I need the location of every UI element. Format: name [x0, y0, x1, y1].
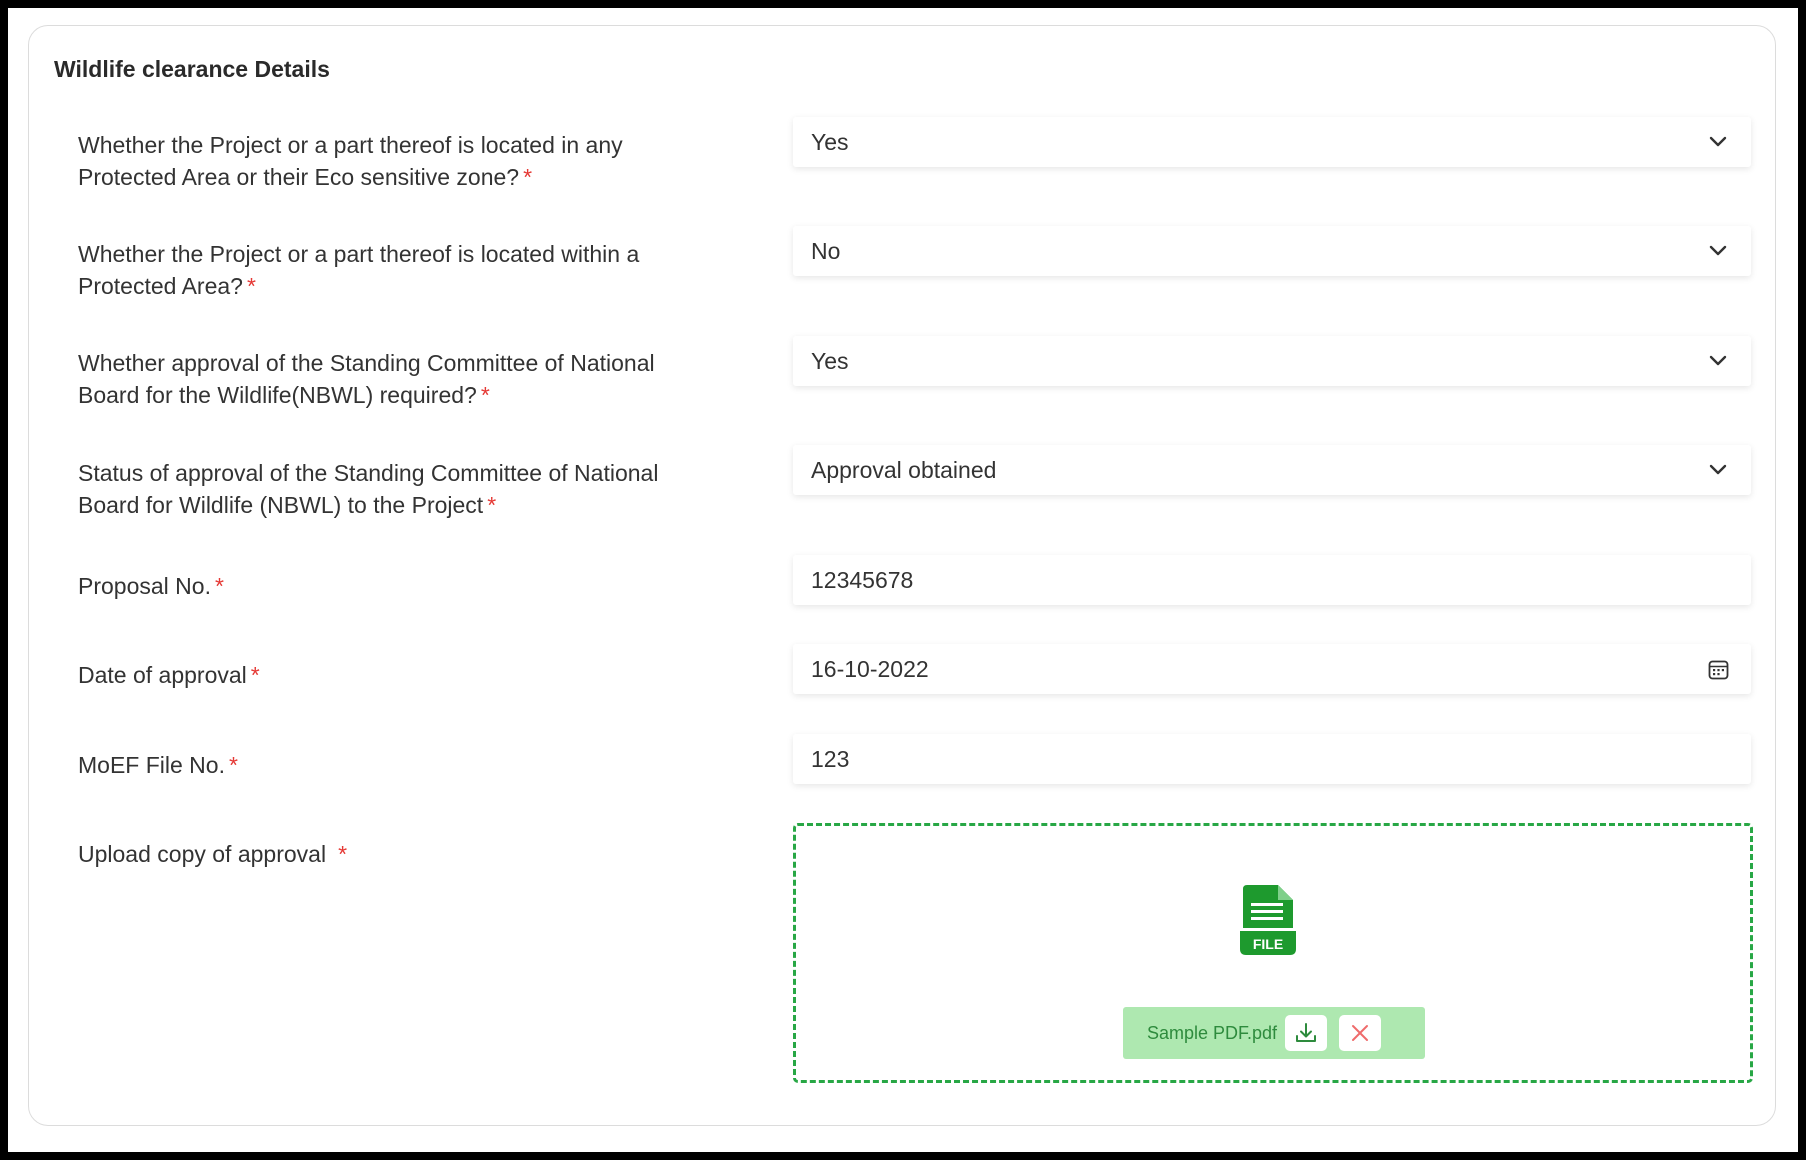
required-asterisk: *: [523, 164, 533, 190]
date-of-approval-label-text: Date of approval: [78, 662, 247, 688]
nbwl-required-value: Yes: [811, 347, 849, 374]
within-protected-area-select[interactable]: No: [793, 226, 1751, 276]
protected-area-esz-label-text: Whether the Project or a part thereof is…: [78, 132, 623, 190]
proposal-no-label-text: Proposal No.: [78, 573, 211, 599]
chevron-down-icon[interactable]: [1707, 240, 1729, 262]
close-icon: [1352, 1025, 1368, 1041]
proposal-no-label: Proposal No. *: [78, 570, 718, 602]
proposal-no-input[interactable]: 12345678: [793, 555, 1751, 605]
nbwl-status-label-text: Status of approval of the Standing Commi…: [78, 460, 659, 518]
required-asterisk: *: [250, 662, 260, 688]
required-asterisk: *: [487, 492, 497, 518]
nbwl-required-label-text: Whether approval of the Standing Committ…: [78, 350, 655, 408]
moef-file-no-input[interactable]: 123: [793, 734, 1751, 784]
nbwl-status-value: Approval obtained: [811, 456, 997, 483]
calendar-icon[interactable]: [1707, 658, 1729, 680]
protected-area-esz-label: Whether the Project or a part thereof is…: [78, 129, 718, 193]
protected-area-esz-select[interactable]: Yes: [793, 117, 1751, 167]
required-asterisk: *: [246, 273, 256, 299]
download-button[interactable]: [1285, 1015, 1327, 1051]
date-of-approval-value: 16-10-2022: [811, 655, 929, 682]
chevron-down-icon[interactable]: [1707, 459, 1729, 481]
date-of-approval-label: Date of approval *: [78, 659, 718, 691]
upload-dropzone[interactable]: FILE Sample PDF.pdf: [793, 823, 1753, 1083]
within-protected-area-label-text: Whether the Project or a part thereof is…: [78, 241, 640, 299]
required-asterisk: *: [214, 573, 224, 599]
required-asterisk: *: [480, 382, 490, 408]
upload-approval-label: Upload copy of approval *: [78, 838, 718, 870]
uploaded-file-name: Sample PDF.pdf: [1147, 1022, 1278, 1043]
nbwl-required-select[interactable]: Yes: [793, 336, 1751, 386]
required-asterisk: *: [228, 752, 238, 778]
upload-approval-label-text: Upload copy of approval: [78, 841, 327, 867]
uploaded-file-chip: Sample PDF.pdf: [1123, 1007, 1425, 1059]
wildlife-clearance-card: Wildlife clearance Details Whether the P…: [28, 25, 1776, 1126]
download-icon: [1296, 1023, 1316, 1042]
remove-file-button[interactable]: [1339, 1015, 1381, 1051]
moef-file-no-label-text: MoEF File No.: [78, 752, 225, 778]
within-protected-area-value: No: [811, 237, 841, 264]
section-title: Wildlife clearance Details: [54, 56, 330, 82]
chevron-down-icon[interactable]: [1707, 131, 1729, 153]
file-icon-label: FILE: [1253, 936, 1283, 952]
within-protected-area-label: Whether the Project or a part thereof is…: [78, 238, 718, 302]
nbwl-status-label: Status of approval of the Standing Commi…: [78, 457, 718, 521]
proposal-no-value: 12345678: [811, 566, 914, 593]
moef-file-no-value: 123: [811, 745, 850, 772]
nbwl-status-select[interactable]: Approval obtained: [793, 445, 1751, 495]
protected-area-esz-value: Yes: [811, 128, 849, 155]
page-frame: Wildlife clearance Details Whether the P…: [8, 8, 1798, 1152]
required-asterisk: *: [338, 841, 348, 867]
moef-file-no-label: MoEF File No. *: [78, 749, 718, 781]
file-icon: FILE: [1238, 883, 1298, 957]
nbwl-required-label: Whether approval of the Standing Committ…: [78, 347, 718, 411]
chevron-down-icon[interactable]: [1707, 350, 1729, 372]
date-of-approval-input[interactable]: 16-10-2022: [793, 644, 1751, 694]
